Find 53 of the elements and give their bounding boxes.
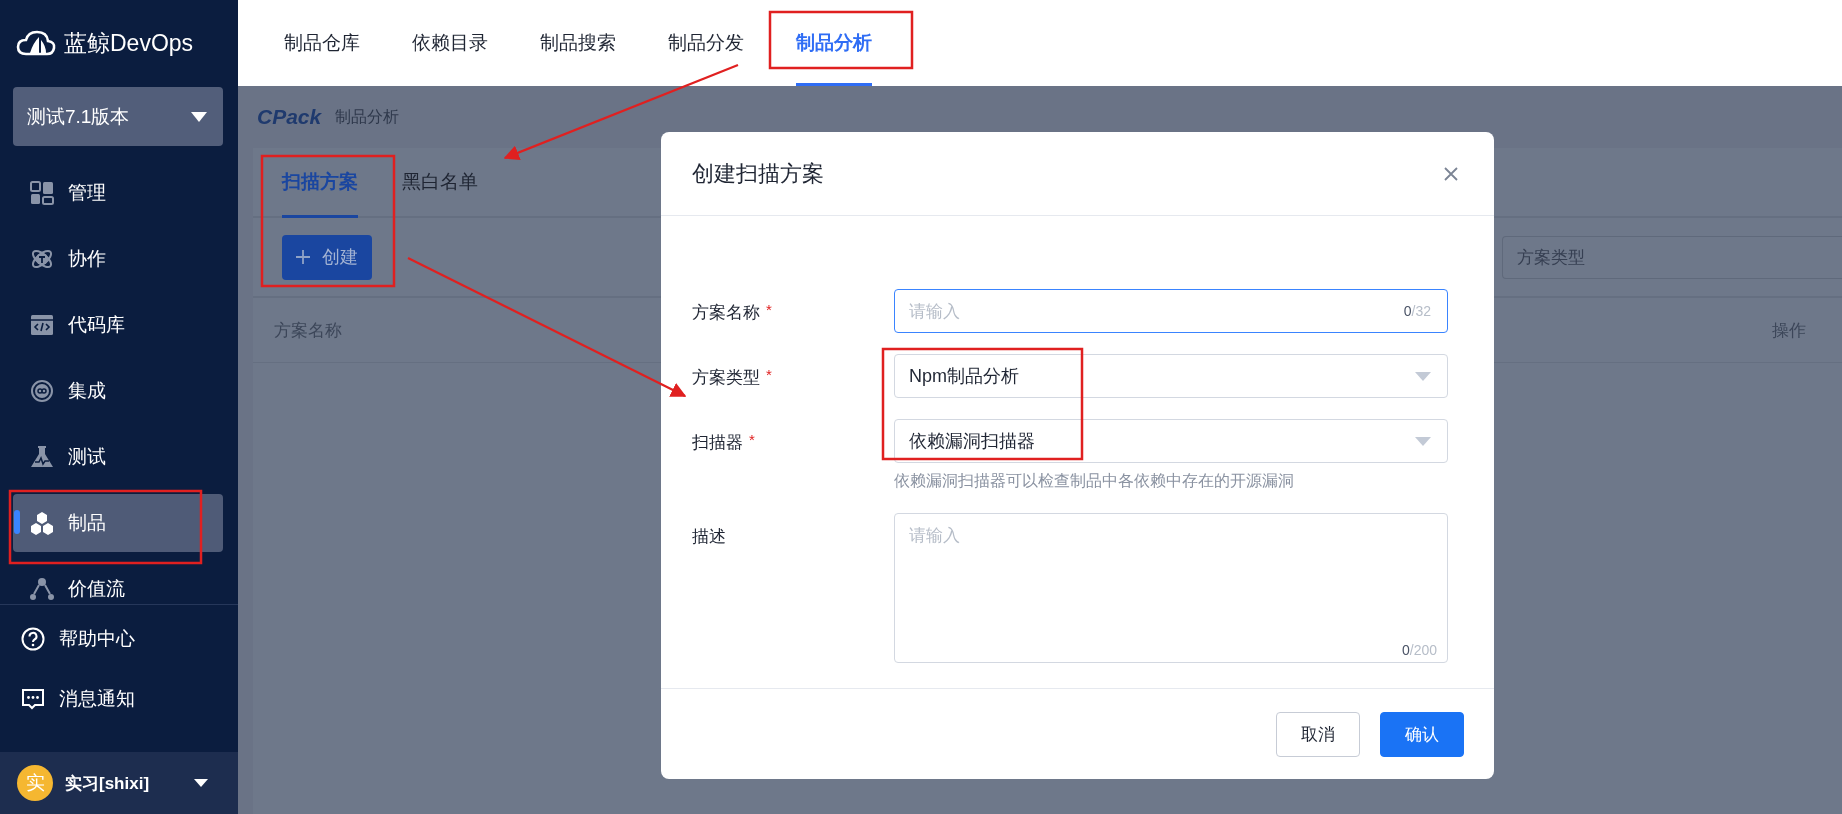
cancel-button[interactable]: 取消 — [1276, 711, 1360, 757]
select-field[interactable]: Npm制品分析 — [894, 354, 1448, 398]
plus-icon — [296, 250, 310, 264]
description-textarea[interactable]: 请输入 0/200 — [894, 513, 1448, 663]
sidebar-link[interactable]: 帮助中心 — [0, 609, 238, 669]
character-counter: 0/32 — [1403, 303, 1431, 319]
nav-tab[interactable]: 制品分发 — [668, 0, 744, 86]
sidebar-item[interactable]: 价值流 — [13, 560, 223, 604]
project-selector[interactable]: 测试7.1版本 — [13, 87, 223, 146]
cloud-logo-icon — [16, 29, 56, 57]
cubes-icon — [30, 511, 54, 535]
required-mark: * — [766, 301, 772, 318]
user-avatar: 实 — [17, 765, 53, 801]
brand-name: 蓝鲸DevOps — [64, 28, 194, 58]
nav-tab[interactable]: 制品仓库 — [284, 0, 360, 86]
page-title: 制品分析 — [335, 106, 400, 127]
nav-tab[interactable]: 制品搜索 — [540, 0, 616, 86]
character-counter: 0/200 — [1401, 642, 1437, 658]
select-field[interactable]: 依赖漏洞扫描器 — [894, 419, 1448, 463]
field-label: 扫描器 — [692, 432, 743, 454]
field-hint: 依赖漏洞扫描器可以检查制品中各依赖中存在的开源漏洞 — [894, 471, 1295, 491]
caret-icon — [191, 111, 207, 122]
create-button[interactable]: 创建 — [282, 234, 372, 280]
sidebar-item[interactable]: 管理 — [13, 164, 223, 222]
caret-icon — [194, 779, 208, 787]
sidebar-item[interactable]: 测试 — [13, 428, 223, 486]
code-window-icon — [30, 313, 54, 337]
grid-icon — [30, 181, 54, 205]
close-icon[interactable] — [1444, 166, 1458, 181]
sidebar-link[interactable]: 消息通知 — [0, 669, 238, 729]
field-label: 方案类型 — [692, 367, 760, 389]
caret-icon — [1415, 436, 1431, 446]
field-label: 描述 — [692, 526, 726, 548]
sidebar-item[interactable]: 代码库 — [13, 296, 223, 354]
dialog-title: 创建扫描方案 — [692, 159, 824, 188]
required-mark: * — [766, 366, 772, 383]
nav-tab[interactable]: 依赖目录 — [412, 0, 488, 86]
confirm-button[interactable]: 确认 — [1380, 711, 1464, 757]
orbit-icon — [30, 247, 54, 271]
sidebar-item[interactable]: 制品 — [13, 494, 223, 552]
field-label: 方案名称 — [692, 302, 760, 324]
flask-icon — [30, 445, 54, 469]
required-mark: * — [749, 431, 755, 448]
flow-icon — [30, 577, 54, 601]
loop-icon — [30, 379, 54, 403]
sidebar-item[interactable]: 协作 — [13, 230, 223, 288]
sidebar-item[interactable]: 集成 — [13, 362, 223, 420]
message-icon — [21, 687, 45, 711]
product-logo: CPack — [257, 105, 322, 129]
name-input[interactable]: 请输入 0/32 — [894, 289, 1448, 333]
user-menu[interactable]: 实 实习[shixi] — [0, 752, 238, 814]
help-icon — [21, 627, 45, 651]
caret-icon — [1415, 371, 1431, 381]
